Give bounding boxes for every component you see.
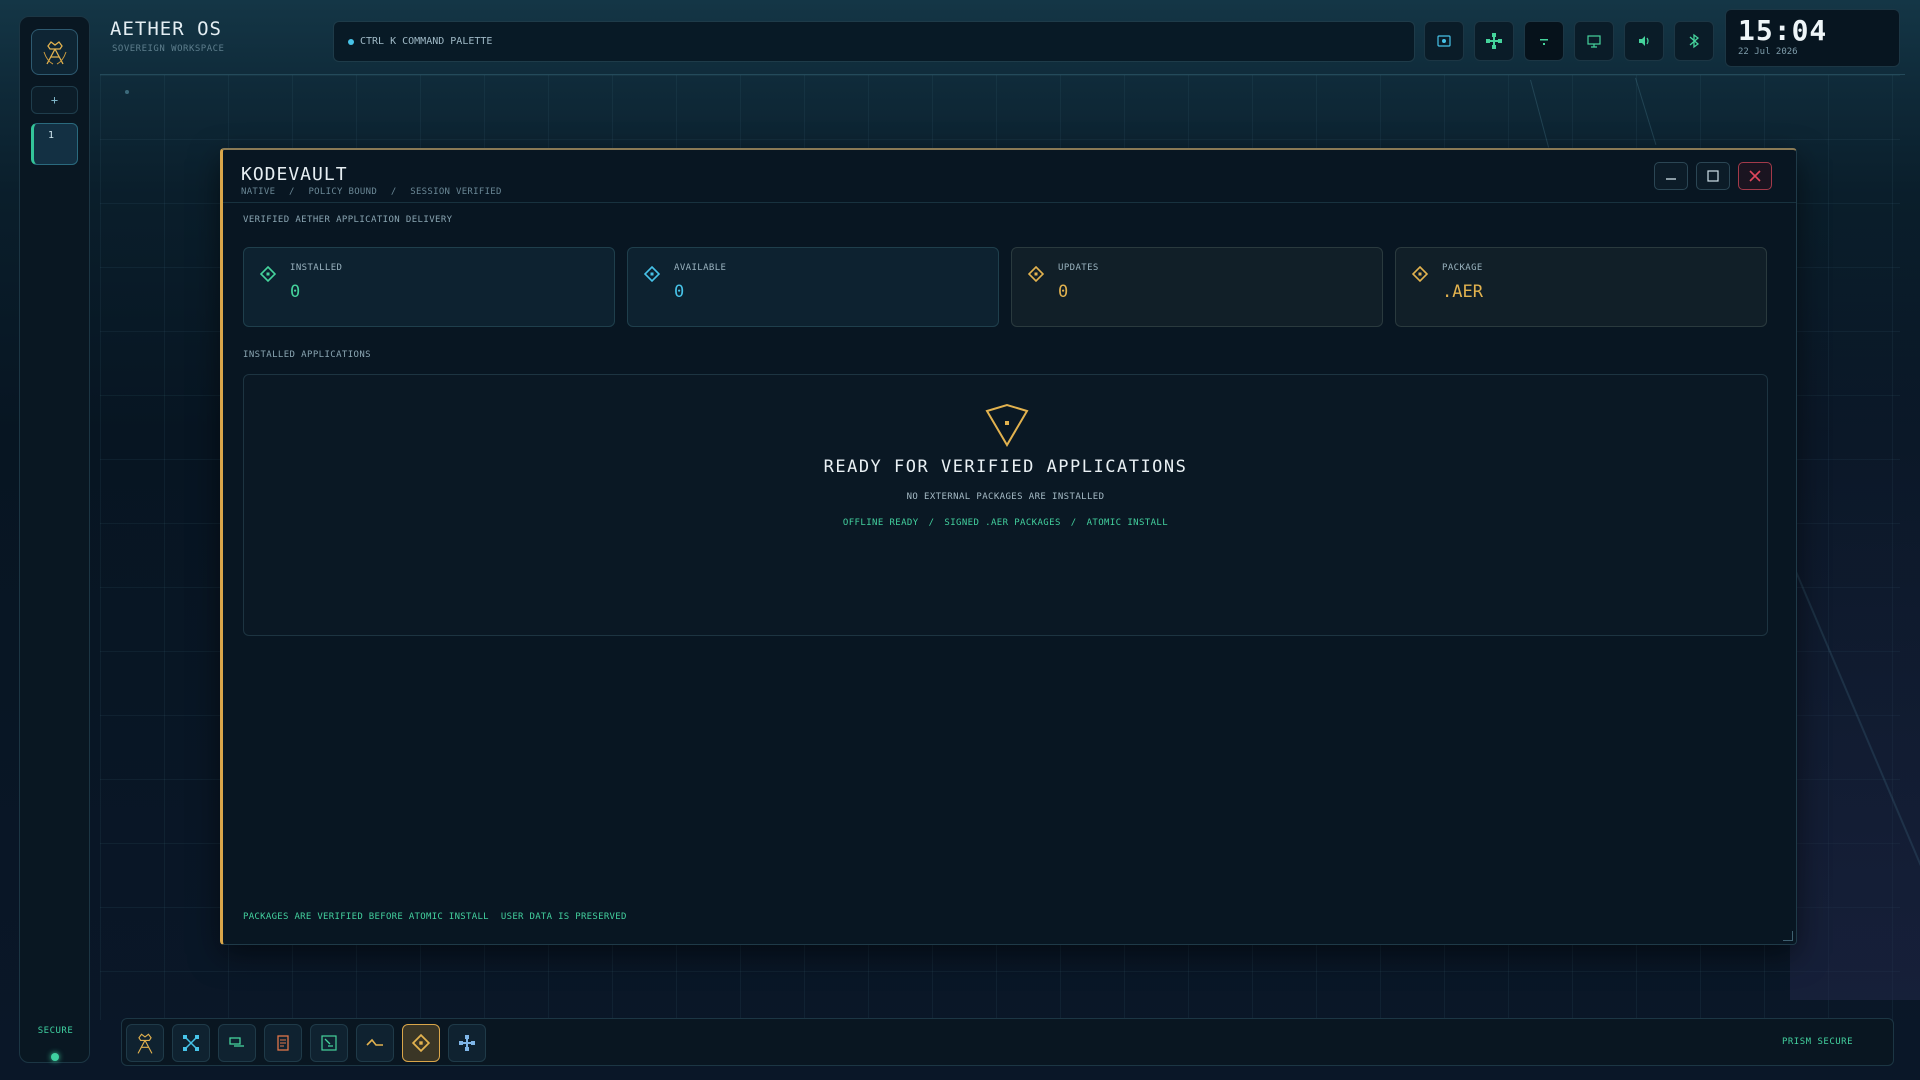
- stat-label: UPDATES: [1058, 263, 1099, 273]
- command-palette-label: COMMAND PALETTE: [402, 36, 493, 47]
- wifi-icon[interactable]: [1524, 21, 1564, 61]
- diamond-icon: [260, 266, 276, 282]
- window-controls: [1654, 162, 1772, 190]
- top-divider: [100, 74, 1905, 75]
- stat-card-updates[interactable]: UPDATES 0: [1011, 247, 1383, 327]
- stat-value: .AER: [1442, 282, 1483, 302]
- indicator-dot: [125, 90, 129, 94]
- breadcrumb-separator: /: [390, 187, 397, 197]
- notes-icon[interactable]: [264, 1024, 302, 1062]
- search-icon[interactable]: [310, 1024, 348, 1062]
- secure-status-indicator: [51, 1053, 59, 1061]
- feature-tag: ATOMIC INSTALL: [1086, 518, 1169, 528]
- window-footer: PACKAGES ARE VERIFIED BEFORE ATOMIC INST…: [243, 912, 639, 922]
- stat-card-available[interactable]: AVAILABLE 0: [627, 247, 999, 327]
- close-button[interactable]: [1738, 162, 1772, 190]
- kodevault-icon[interactable]: [402, 1024, 440, 1062]
- breadcrumb-item: NATIVE: [241, 187, 276, 197]
- footer-note: USER DATA IS PRESERVED: [500, 912, 627, 922]
- workspace-1-button[interactable]: 1: [31, 123, 78, 165]
- apps-section-label: INSTALLED APPLICATIONS: [243, 350, 372, 360]
- command-palette-shortcut: CTRL K: [360, 36, 397, 47]
- os-title: AETHER OS: [110, 18, 222, 40]
- minimize-icon: [1666, 178, 1676, 180]
- minimize-button[interactable]: [1654, 162, 1688, 190]
- diamond-icon: [1412, 266, 1428, 282]
- stat-value: 0: [1058, 282, 1069, 302]
- expand-icon[interactable]: [172, 1024, 210, 1062]
- stat-label: INSTALLED: [290, 263, 343, 273]
- secure-status-label: SECURE: [37, 1026, 74, 1036]
- maximize-icon: [1707, 170, 1719, 182]
- diamond-icon: [1028, 266, 1044, 282]
- clock-date: 22 Jul 2026: [1738, 47, 1798, 57]
- system-tray: [1424, 21, 1714, 61]
- os-subtitle: SOVEREIGN WORKSPACE: [112, 44, 225, 54]
- breadcrumb-item: POLICY BOUND: [308, 187, 378, 197]
- resize-handle[interactable]: [1783, 931, 1793, 941]
- tag-separator: /: [1070, 518, 1077, 528]
- breadcrumb-separator: /: [289, 187, 295, 197]
- stat-card-installed[interactable]: INSTALLED 0: [243, 247, 615, 327]
- aether-crest-icon[interactable]: [126, 1024, 164, 1062]
- command-palette-dot-icon: [348, 38, 354, 45]
- tag-separator: /: [928, 518, 935, 528]
- stat-value: 0: [290, 282, 301, 302]
- prism-status-label: PRISM SECURE: [1781, 1037, 1853, 1047]
- window-title: KODEVAULT: [241, 164, 348, 185]
- bluetooth-icon[interactable]: [1674, 21, 1714, 61]
- display-icon[interactable]: [1574, 21, 1614, 61]
- network-icon[interactable]: [448, 1024, 486, 1062]
- stat-value: 0: [674, 282, 685, 302]
- diamond-icon: [644, 266, 660, 282]
- terminal-icon[interactable]: [218, 1024, 256, 1062]
- breadcrumb: NATIVE / POLICY BOUND / SESSION VERIFIED: [241, 187, 510, 197]
- section-label: VERIFIED AETHER APPLICATION DELIVERY: [243, 215, 453, 225]
- maximize-button[interactable]: [1696, 162, 1730, 190]
- empty-state-subtitle: NO EXTERNAL PACKAGES ARE INSTALLED: [906, 492, 1105, 502]
- stat-label: AVAILABLE: [674, 263, 727, 273]
- kodevault-window: KODEVAULT NATIVE / POLICY BOUND / SESSIO…: [220, 148, 1797, 945]
- command-palette-button[interactable]: CTRL K COMMAND PALETTE: [333, 21, 1415, 62]
- installed-apps-panel: READY FOR VERIFIED APPLICATIONS NO EXTER…: [243, 374, 1768, 636]
- footer-note: PACKAGES ARE VERIFIED BEFORE ATOMIC INST…: [243, 912, 489, 922]
- network-icon[interactable]: [1474, 21, 1514, 61]
- capture-icon[interactable]: [1424, 21, 1464, 61]
- shield-icon: [985, 403, 1029, 447]
- close-icon: [1749, 170, 1761, 182]
- feature-tag: SIGNED .AER PACKAGES: [944, 518, 1061, 528]
- empty-state-tags: OFFLINE READY / SIGNED .AER PACKAGES / ATOMI…: [244, 518, 1767, 528]
- stat-card-package[interactable]: PACKAGE .AER: [1395, 247, 1767, 327]
- volume-icon[interactable]: [1624, 21, 1664, 61]
- clock-widget[interactable]: 15:04 22 Jul 2026: [1725, 9, 1900, 67]
- stat-label: PACKAGE: [1442, 263, 1483, 273]
- empty-state-title: READY FOR VERIFIED APPLICATIONS: [823, 457, 1188, 477]
- dock: PRISM SECURE: [121, 1018, 1894, 1066]
- breadcrumb-item: SESSION VERIFIED: [410, 187, 502, 197]
- aether-crest-icon[interactable]: [31, 29, 78, 75]
- activity-icon[interactable]: [356, 1024, 394, 1062]
- dock-items: [126, 1024, 486, 1062]
- clock-time: 15:04: [1738, 14, 1828, 47]
- window-divider: [223, 202, 1796, 203]
- add-workspace-button[interactable]: +: [31, 86, 78, 114]
- workspace-rail: + 1 SECURE: [19, 16, 90, 1063]
- feature-tag: OFFLINE READY: [842, 518, 919, 528]
